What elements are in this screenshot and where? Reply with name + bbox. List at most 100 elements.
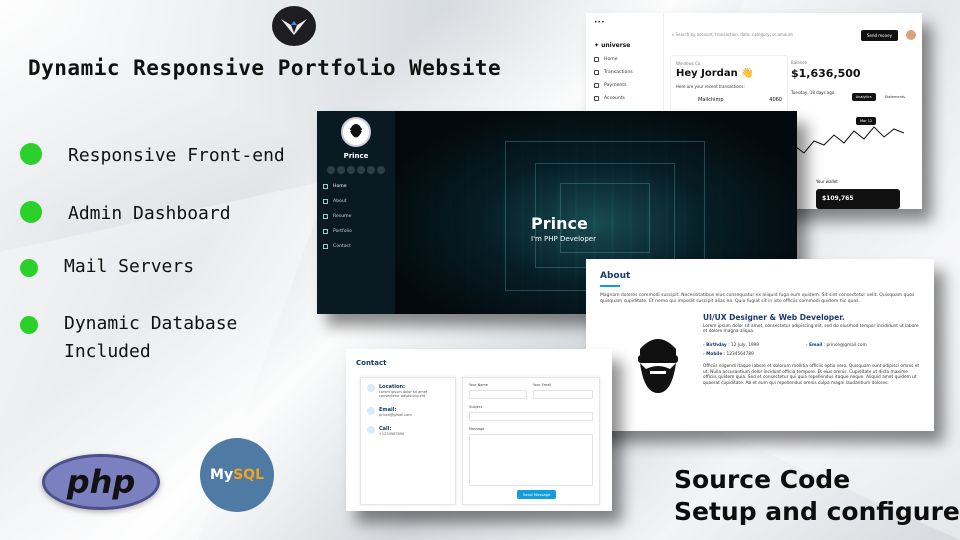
social-links [317,166,395,174]
call-item: Call: +1234567890 [367,426,449,436]
nav-label: Accounts [604,96,625,101]
dashboard-nav-accounts[interactable]: Accounts [594,96,655,101]
mysql-logo-text: MySQL [210,467,264,483]
hero-sidebar: Prince Home About Resume Portfolio Conta… [317,111,395,314]
feature-label-line: Included [64,341,151,362]
envelope-icon [367,407,375,415]
feature-label: Admin Dashboard [68,203,231,224]
about-body: Officiis eligendi itaque labore et dolor… [703,364,920,386]
avatar [341,117,371,147]
feature-item: Responsive Front-end [20,142,285,170]
bullet-dot-icon [20,259,38,277]
mysql-logo: MySQL [200,438,274,512]
menu-item-resume[interactable]: Resume [323,214,395,219]
balance-card: Balance $1,636,500 Tuesday, 18 days ago … [786,55,914,209]
page-headline: Dynamic Responsive Portfolio Website [28,56,502,80]
sidebar-name: Prince [343,152,369,160]
transaction-row[interactable]: Mailchimp 4060 [676,97,782,103]
email-item: Email: prince@gmail.com [367,407,449,417]
github-icon[interactable] [377,166,385,174]
search-placeholder: Search by account, transaction, date, ca… [675,32,793,37]
balance-line-chart [786,126,905,154]
balance-value: $1,636,500 [791,67,861,80]
dashboard-nav-home[interactable]: Home [594,57,655,62]
message-label: Message [469,427,485,431]
feature-label-line: Dynamic Database [64,313,238,334]
dashboard-nav-payments[interactable]: Payments [594,83,655,88]
wallet-label: Your wallet [816,179,838,184]
document-icon [323,214,328,219]
payments-icon [594,83,599,88]
greeting-org: Windows Co. [676,61,702,66]
php-logo-text: php [66,463,136,501]
menu-item-about[interactable]: About [323,199,395,204]
wing-icon [281,19,307,35]
about-role: UI/UX Designer & Web Developer. [703,313,845,322]
menu-label: About [333,199,347,204]
subject-input[interactable] [469,412,593,421]
greeting-title: Hey Jordan 👋 [676,68,754,79]
instagram-icon[interactable] [347,166,355,174]
menu-item-portfolio[interactable]: Portfolio [323,229,395,234]
twitter-icon[interactable] [327,166,335,174]
avatar[interactable] [906,30,916,40]
dashboard-nav-transactions[interactable]: Transactions [594,70,655,75]
feature-label: Dynamic Database Included [64,310,237,366]
message-textarea[interactable] [469,434,593,486]
person-icon [323,199,328,204]
menu-label: Portfolio [333,229,352,234]
mysql-text-b: SQL [233,467,264,483]
contact-form: Your Name Your Email Subject Message Sen… [462,377,600,505]
call-value: +1234567890 [379,432,405,436]
about-role-desc: Lorem ipsum dolor sit amet, consectetur … [703,324,919,334]
name-input[interactable] [469,390,527,399]
menu-item-home[interactable]: Home [323,184,395,189]
feature-item: Mail Servers [20,253,194,281]
facebook-icon[interactable] [337,166,345,174]
send-money-button[interactable]: Send money [860,30,898,41]
nav-label: Transactions [604,70,633,75]
hero-title: Prince [531,214,588,233]
location-value: Lorem ipsum dolor sit amet consectetur a… [379,390,428,398]
source-code-caption: Source Code Setup and configure [674,464,960,528]
linkedin-icon[interactable] [367,166,375,174]
contact-screenshot: Contact Location: Lorem ipsum dolor sit a… [346,349,612,511]
home-icon [323,184,328,189]
nav-label: Payments [604,83,627,88]
bearded-man-icon [638,339,678,393]
menu-label: Home [333,184,347,189]
dashboard-search-input[interactable]: ⌕ Search by account, transaction, date, … [672,32,793,37]
php-logo: php [42,454,160,510]
contact-heading: Contact [356,359,387,367]
menu-item-contact[interactable]: Contact [323,244,395,249]
analytics-tab[interactable]: Analytics [851,93,876,101]
skype-icon[interactable] [357,166,365,174]
transaction-name: Mailchimp [698,97,724,103]
dashboard-topbar: ⌕ Search by account, transaction, date, … [664,27,922,43]
send-message-button[interactable]: Send Message [517,490,557,499]
email-value: : prince@gmail.com [823,343,867,348]
email-input[interactable] [533,390,593,399]
recent-label: Here are your recent transactions: [676,84,745,89]
location-item: Location: Lorem ipsum dolor sit amet cons… [367,384,449,398]
bearded-man-icon [350,124,362,138]
balance-date: Tuesday, 18 days ago [791,90,835,95]
feature-item: Dynamic Database Included [20,310,237,366]
bullet-dot-icon [20,201,42,223]
mobile-value: : 1234564789 [723,352,754,357]
wallet-card[interactable]: $109,765 [816,189,900,209]
email-field-label: Your Email [533,383,552,387]
caption-line-2: Setup and configure [674,497,960,526]
email-value: prince@gmail.com [379,413,412,417]
hero-subtitle: I'm PHP Developer [531,235,596,243]
menu-label: Resume [333,214,352,219]
menu-label: Contact [333,244,351,249]
dashboard-brand: ✦ universe [594,42,631,49]
phone-icon [367,426,375,434]
statements-tab[interactable]: Statements [881,93,909,101]
contact-info-card: Location: Lorem ipsum dolor sit amet cons… [360,377,456,505]
portfolio-icon [323,229,328,234]
home-icon [594,57,599,62]
about-heading: About [600,271,631,281]
envelope-icon [323,244,328,249]
